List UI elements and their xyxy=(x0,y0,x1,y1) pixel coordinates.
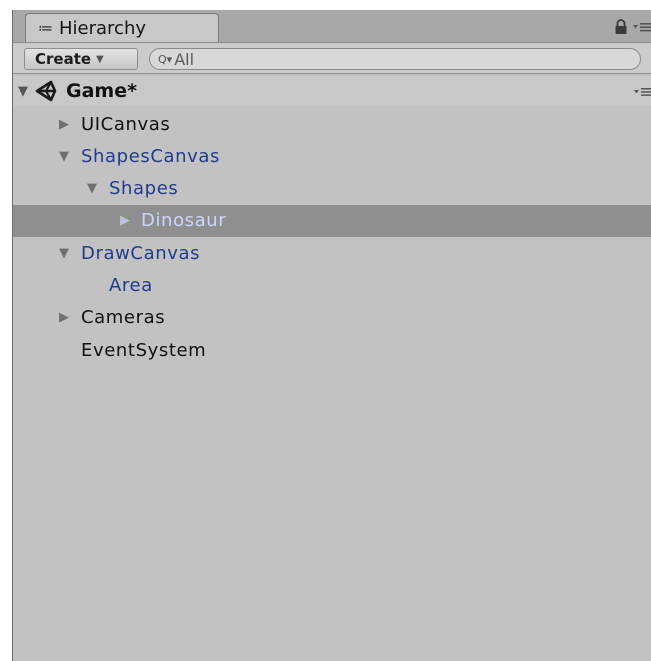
create-button-label: Create xyxy=(35,50,92,68)
scene-label: Game* xyxy=(66,80,138,102)
expand-arrow-icon[interactable]: ▶ xyxy=(59,310,70,325)
scene-menu-icon[interactable] xyxy=(634,84,651,103)
tree-item-label: Area xyxy=(109,275,153,296)
tree-item-shapes[interactable]: ▼ Shapes xyxy=(13,173,651,205)
expand-arrow-icon[interactable]: ▶ xyxy=(120,213,131,228)
tree-item-cameras[interactable]: ▶ Cameras xyxy=(13,302,651,334)
tab-strip: ≔ Hierarchy xyxy=(13,10,651,42)
expand-arrow-icon[interactable]: ▶ xyxy=(59,117,70,132)
search-box[interactable]: Q▾ xyxy=(149,48,641,70)
tab-hierarchy[interactable]: ≔ Hierarchy xyxy=(25,13,219,42)
create-button[interactable]: Create ▼ xyxy=(24,48,138,70)
tree-item-eventsystem[interactable]: EventSystem xyxy=(13,334,651,366)
unity-scene-icon xyxy=(34,80,58,106)
scene-row-game[interactable]: ▼ Game* xyxy=(13,76,651,106)
tree-item-label: Cameras xyxy=(81,307,166,329)
tab-title: Hierarchy xyxy=(59,17,147,39)
tree-item-label: EventSystem xyxy=(81,339,207,361)
chevron-down-icon: ▼ xyxy=(96,53,104,65)
collapse-arrow-icon[interactable]: ▼ xyxy=(87,181,98,196)
hierarchy-list-icon: ≔ xyxy=(38,19,53,37)
tree-item-label: DrawCanvas xyxy=(81,242,201,264)
tab-controls xyxy=(614,16,651,38)
tree-item-label: Dinosaur xyxy=(141,210,227,232)
tree-item-dinosaur[interactable]: ▶ Dinosaur xyxy=(13,204,651,237)
tree-item-label: Shapes xyxy=(109,178,179,200)
hierarchy-panel: ≔ Hierarchy Create ▼ Q▾ All ▼ Game* ▶ UI… xyxy=(12,10,651,661)
collapse-arrow-icon[interactable]: ▼ xyxy=(59,246,70,261)
tree-item-label: UICanvas xyxy=(81,113,171,135)
hierarchy-toolbar: Create ▼ Q▾ xyxy=(13,42,651,74)
tree-item-drawcanvas[interactable]: ▼ DrawCanvas xyxy=(13,237,651,269)
tree-item-area[interactable]: Area xyxy=(13,270,651,302)
collapse-arrow-icon[interactable]: ▼ xyxy=(59,149,70,164)
search-icon[interactable]: Q▾ xyxy=(158,53,172,66)
expand-arrow-icon[interactable]: ▼ xyxy=(18,84,28,99)
tree-item-label: ShapesCanvas xyxy=(81,145,221,167)
hierarchy-tree: ▼ Game* ▶ UICanvas ▼ ShapesCanvas ▼ Shap… xyxy=(13,74,651,661)
search-input[interactable] xyxy=(174,49,575,69)
context-menu-icon[interactable] xyxy=(632,19,651,35)
lock-icon[interactable] xyxy=(614,19,628,35)
tree-item-shapescanvas[interactable]: ▼ ShapesCanvas xyxy=(13,140,651,172)
tree-item-uicanvas[interactable]: ▶ UICanvas xyxy=(13,108,651,140)
